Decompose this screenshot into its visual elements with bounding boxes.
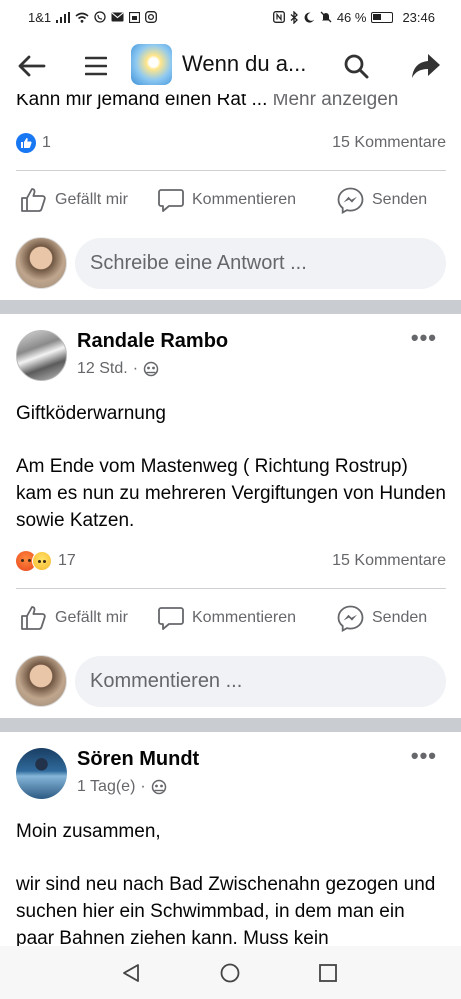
group-avatar[interactable] bbox=[131, 44, 172, 85]
messenger-icon bbox=[337, 187, 364, 214]
post1-truncated-text: Kann mir jemand einen Rat ... Mehr anzei… bbox=[16, 94, 398, 112]
post2-reaction-row: 17 15 Kommentare bbox=[16, 549, 446, 573]
reaction-icons bbox=[16, 551, 52, 571]
clock: 23:46 bbox=[402, 9, 435, 25]
post2-comment-count[interactable]: 15 Kommentare bbox=[332, 552, 446, 570]
thumbs-up-icon bbox=[21, 188, 46, 212]
nav-recents-icon[interactable] bbox=[317, 962, 339, 984]
bluetooth-icon bbox=[290, 10, 298, 24]
post-time[interactable]: 12 Std. bbox=[77, 360, 128, 378]
post-separator bbox=[0, 718, 461, 732]
post1-divider bbox=[16, 170, 446, 171]
nfc-icon bbox=[272, 11, 285, 23]
group-title[interactable]: Wenn du a... bbox=[182, 51, 306, 77]
comment-label: Kommentieren bbox=[192, 191, 297, 208]
post2-divider bbox=[16, 588, 446, 589]
post1-comment-button[interactable]: Kommentieren bbox=[158, 180, 296, 220]
mute-icon bbox=[320, 11, 332, 23]
see-more-link[interactable]: Mehr anzeigen bbox=[273, 94, 399, 110]
post2-reactions[interactable]: 17 bbox=[16, 551, 76, 571]
system-nav-bar bbox=[0, 946, 461, 999]
sad-reaction-icon bbox=[32, 551, 52, 571]
post3-greeting: Moin zusammen, bbox=[16, 821, 161, 842]
author-avatar[interactable] bbox=[16, 330, 67, 381]
comment-label: Kommentieren bbox=[192, 609, 297, 626]
whatsapp-icon bbox=[94, 11, 106, 23]
reply-input[interactable] bbox=[90, 252, 430, 275]
post1-comment-count[interactable]: 15 Kommentare bbox=[332, 134, 446, 152]
post1-reply-field[interactable] bbox=[75, 238, 446, 289]
back-arrow-icon[interactable] bbox=[13, 48, 49, 84]
wifi-icon bbox=[75, 12, 89, 23]
nav-home-icon[interactable] bbox=[219, 962, 241, 984]
search-icon[interactable] bbox=[338, 48, 374, 84]
post1-action-bar: Gefällt mir Kommentieren Senden bbox=[0, 180, 461, 220]
author-name[interactable]: Randale Rambo bbox=[77, 330, 228, 353]
post3-body: wir sind neu nach Bad Zwischenahn gezoge… bbox=[16, 874, 436, 946]
like-label: Gefällt mir bbox=[55, 609, 128, 626]
instagram-icon bbox=[145, 11, 158, 23]
post2-reaction-count: 17 bbox=[58, 552, 76, 569]
author-avatar[interactable] bbox=[16, 748, 67, 799]
group-audience-icon bbox=[143, 361, 159, 377]
comment-input[interactable] bbox=[90, 670, 430, 693]
post1-text: Kann mir jemand einen Rat ... bbox=[16, 94, 268, 110]
post2-heading: Giftköderwarnung bbox=[16, 403, 166, 424]
post2-like-button[interactable]: Gefällt mir bbox=[20, 598, 128, 638]
signal-icon bbox=[56, 11, 71, 23]
post2-header: Randale Rambo 12 Std. · ••• bbox=[0, 327, 461, 390]
post1-reaction-row: 1 15 Kommentare bbox=[16, 131, 446, 155]
post2-comment-button[interactable]: Kommentieren bbox=[158, 598, 296, 638]
post1-reactions[interactable]: 1 bbox=[16, 133, 51, 153]
status-bar: 1&1 46 % 23:46 bbox=[0, 0, 461, 34]
post-meta: 1 Tag(e) · bbox=[77, 778, 167, 796]
sim-icon bbox=[129, 11, 141, 23]
status-right: 46 % 23:46 bbox=[272, 9, 435, 25]
post1-reaction-count: 1 bbox=[42, 134, 51, 151]
send-label: Senden bbox=[372, 609, 428, 626]
group-audience-icon bbox=[151, 779, 166, 795]
current-user-avatar[interactable] bbox=[15, 655, 67, 707]
post2-body: Am Ende vom Mastenweg ( Richtung Rostrup… bbox=[16, 456, 446, 531]
comment-bubble-icon bbox=[158, 188, 184, 212]
nav-back-icon[interactable] bbox=[120, 962, 142, 984]
top-app-bar: Wenn du a... bbox=[0, 34, 461, 98]
thumbs-up-icon bbox=[21, 606, 46, 630]
more-options-icon[interactable]: ••• bbox=[411, 327, 437, 349]
post-meta: 12 Std. · bbox=[77, 360, 159, 378]
send-label: Senden bbox=[372, 191, 428, 208]
post1-like-button[interactable]: Gefällt mir bbox=[20, 180, 128, 220]
current-user-avatar[interactable] bbox=[15, 237, 67, 289]
more-options-icon[interactable]: ••• bbox=[411, 745, 437, 767]
mail-icon bbox=[111, 12, 124, 22]
post2-send-button[interactable]: Senden bbox=[337, 598, 427, 638]
like-reaction-icon bbox=[16, 133, 36, 153]
post-separator bbox=[0, 300, 461, 314]
share-icon[interactable] bbox=[408, 48, 444, 84]
like-label: Gefällt mir bbox=[55, 191, 128, 208]
post2-comment-field[interactable] bbox=[75, 656, 446, 707]
menu-icon[interactable] bbox=[78, 48, 114, 84]
post1-send-button[interactable]: Senden bbox=[337, 180, 427, 220]
comment-bubble-icon bbox=[158, 606, 184, 630]
carrier-label: 1&1 bbox=[28, 9, 52, 25]
post3-header: Sören Mundt 1 Tag(e) · ••• bbox=[0, 745, 461, 808]
battery-icon bbox=[371, 11, 394, 23]
status-left: 1&1 bbox=[28, 9, 158, 25]
post2-action-bar: Gefällt mir Kommentieren Senden bbox=[0, 598, 461, 638]
moon-icon bbox=[304, 12, 315, 23]
post1-reply-composer bbox=[0, 235, 461, 291]
battery-percent: 46 % bbox=[336, 9, 367, 25]
post-time[interactable]: 1 Tag(e) bbox=[77, 778, 135, 796]
post2-comment-composer bbox=[0, 653, 461, 709]
messenger-icon bbox=[337, 605, 364, 632]
author-name[interactable]: Sören Mundt bbox=[77, 748, 199, 771]
